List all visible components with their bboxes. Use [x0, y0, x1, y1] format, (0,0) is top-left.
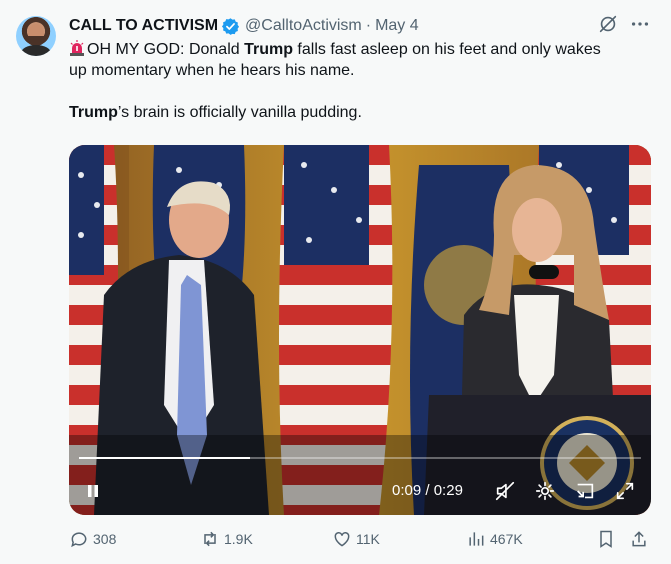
video-progress-bar[interactable]: [79, 457, 641, 459]
views-count: 467K: [490, 531, 523, 547]
video-time: 0:09 / 0:29: [392, 482, 463, 499]
mute-icon[interactable]: [494, 480, 516, 502]
more-icon[interactable]: [629, 13, 651, 35]
text-line1-post: falls fast asleep on his feet and only w…: [292, 41, 601, 58]
views-button[interactable]: 467K: [466, 529, 523, 549]
text-line2: up momentary when he hears his name.: [69, 62, 355, 79]
repost-count: 1.9K: [224, 531, 253, 547]
repost-button[interactable]: 1.9K: [200, 529, 253, 549]
video-duration: 0:29: [433, 482, 463, 499]
grok-icon[interactable]: [597, 13, 619, 35]
video-progress-fill: [79, 457, 251, 459]
share-icon: [632, 531, 646, 547]
reply-count: 308: [93, 531, 117, 547]
action-bar: 308 1.9K 11K 467K: [69, 529, 651, 555]
avatar[interactable]: [16, 16, 56, 56]
views-icon: [469, 532, 484, 546]
display-name[interactable]: CALL TO ACTIVISM: [69, 17, 218, 35]
verified-badge-icon[interactable]: [221, 17, 240, 36]
video-frame: [69, 145, 651, 515]
separator-dot: ·: [365, 17, 372, 34]
text-line1-bold: Trump: [244, 41, 293, 58]
tweet-header: CALL TO ACTIVISM @CalltoActivism · May 4: [69, 15, 419, 37]
text-line1-pre: OH MY GOD: Donald: [87, 41, 245, 58]
video-current-time: 0:09: [392, 482, 422, 499]
like-icon: [334, 531, 350, 547]
share-button[interactable]: [629, 529, 653, 549]
top-icons: [597, 13, 651, 35]
bookmark-button[interactable]: [596, 529, 620, 549]
tweet[interactable]: CALL TO ACTIVISM @CalltoActivism · May 4: [0, 0, 671, 564]
handle[interactable]: @CalltoActivism: [245, 17, 362, 35]
pause-icon[interactable]: [85, 483, 101, 499]
reply-icon: [71, 532, 87, 548]
siren-emoji-icon: [70, 40, 84, 56]
fullscreen-icon[interactable]: [614, 480, 636, 502]
bookmark-icon: [600, 530, 612, 548]
tweet-text: OH MY GOD: Donald Trump falls fast aslee…: [69, 39, 654, 123]
pip-icon[interactable]: [574, 480, 596, 502]
reply-button[interactable]: 308: [69, 529, 116, 549]
settings-icon[interactable]: [534, 480, 556, 502]
like-count: 11K: [356, 531, 380, 547]
text-line3-post: ’s brain is officially vanilla pudding.: [117, 104, 362, 121]
repost-icon: [204, 531, 216, 547]
post-date[interactable]: May 4: [375, 17, 419, 35]
video-player[interactable]: 0:09 / 0:29: [69, 145, 651, 515]
video-controls: 0:09 / 0:29: [69, 476, 651, 506]
text-line3-bold: Trump: [69, 104, 118, 121]
like-button[interactable]: 11K: [332, 529, 380, 549]
